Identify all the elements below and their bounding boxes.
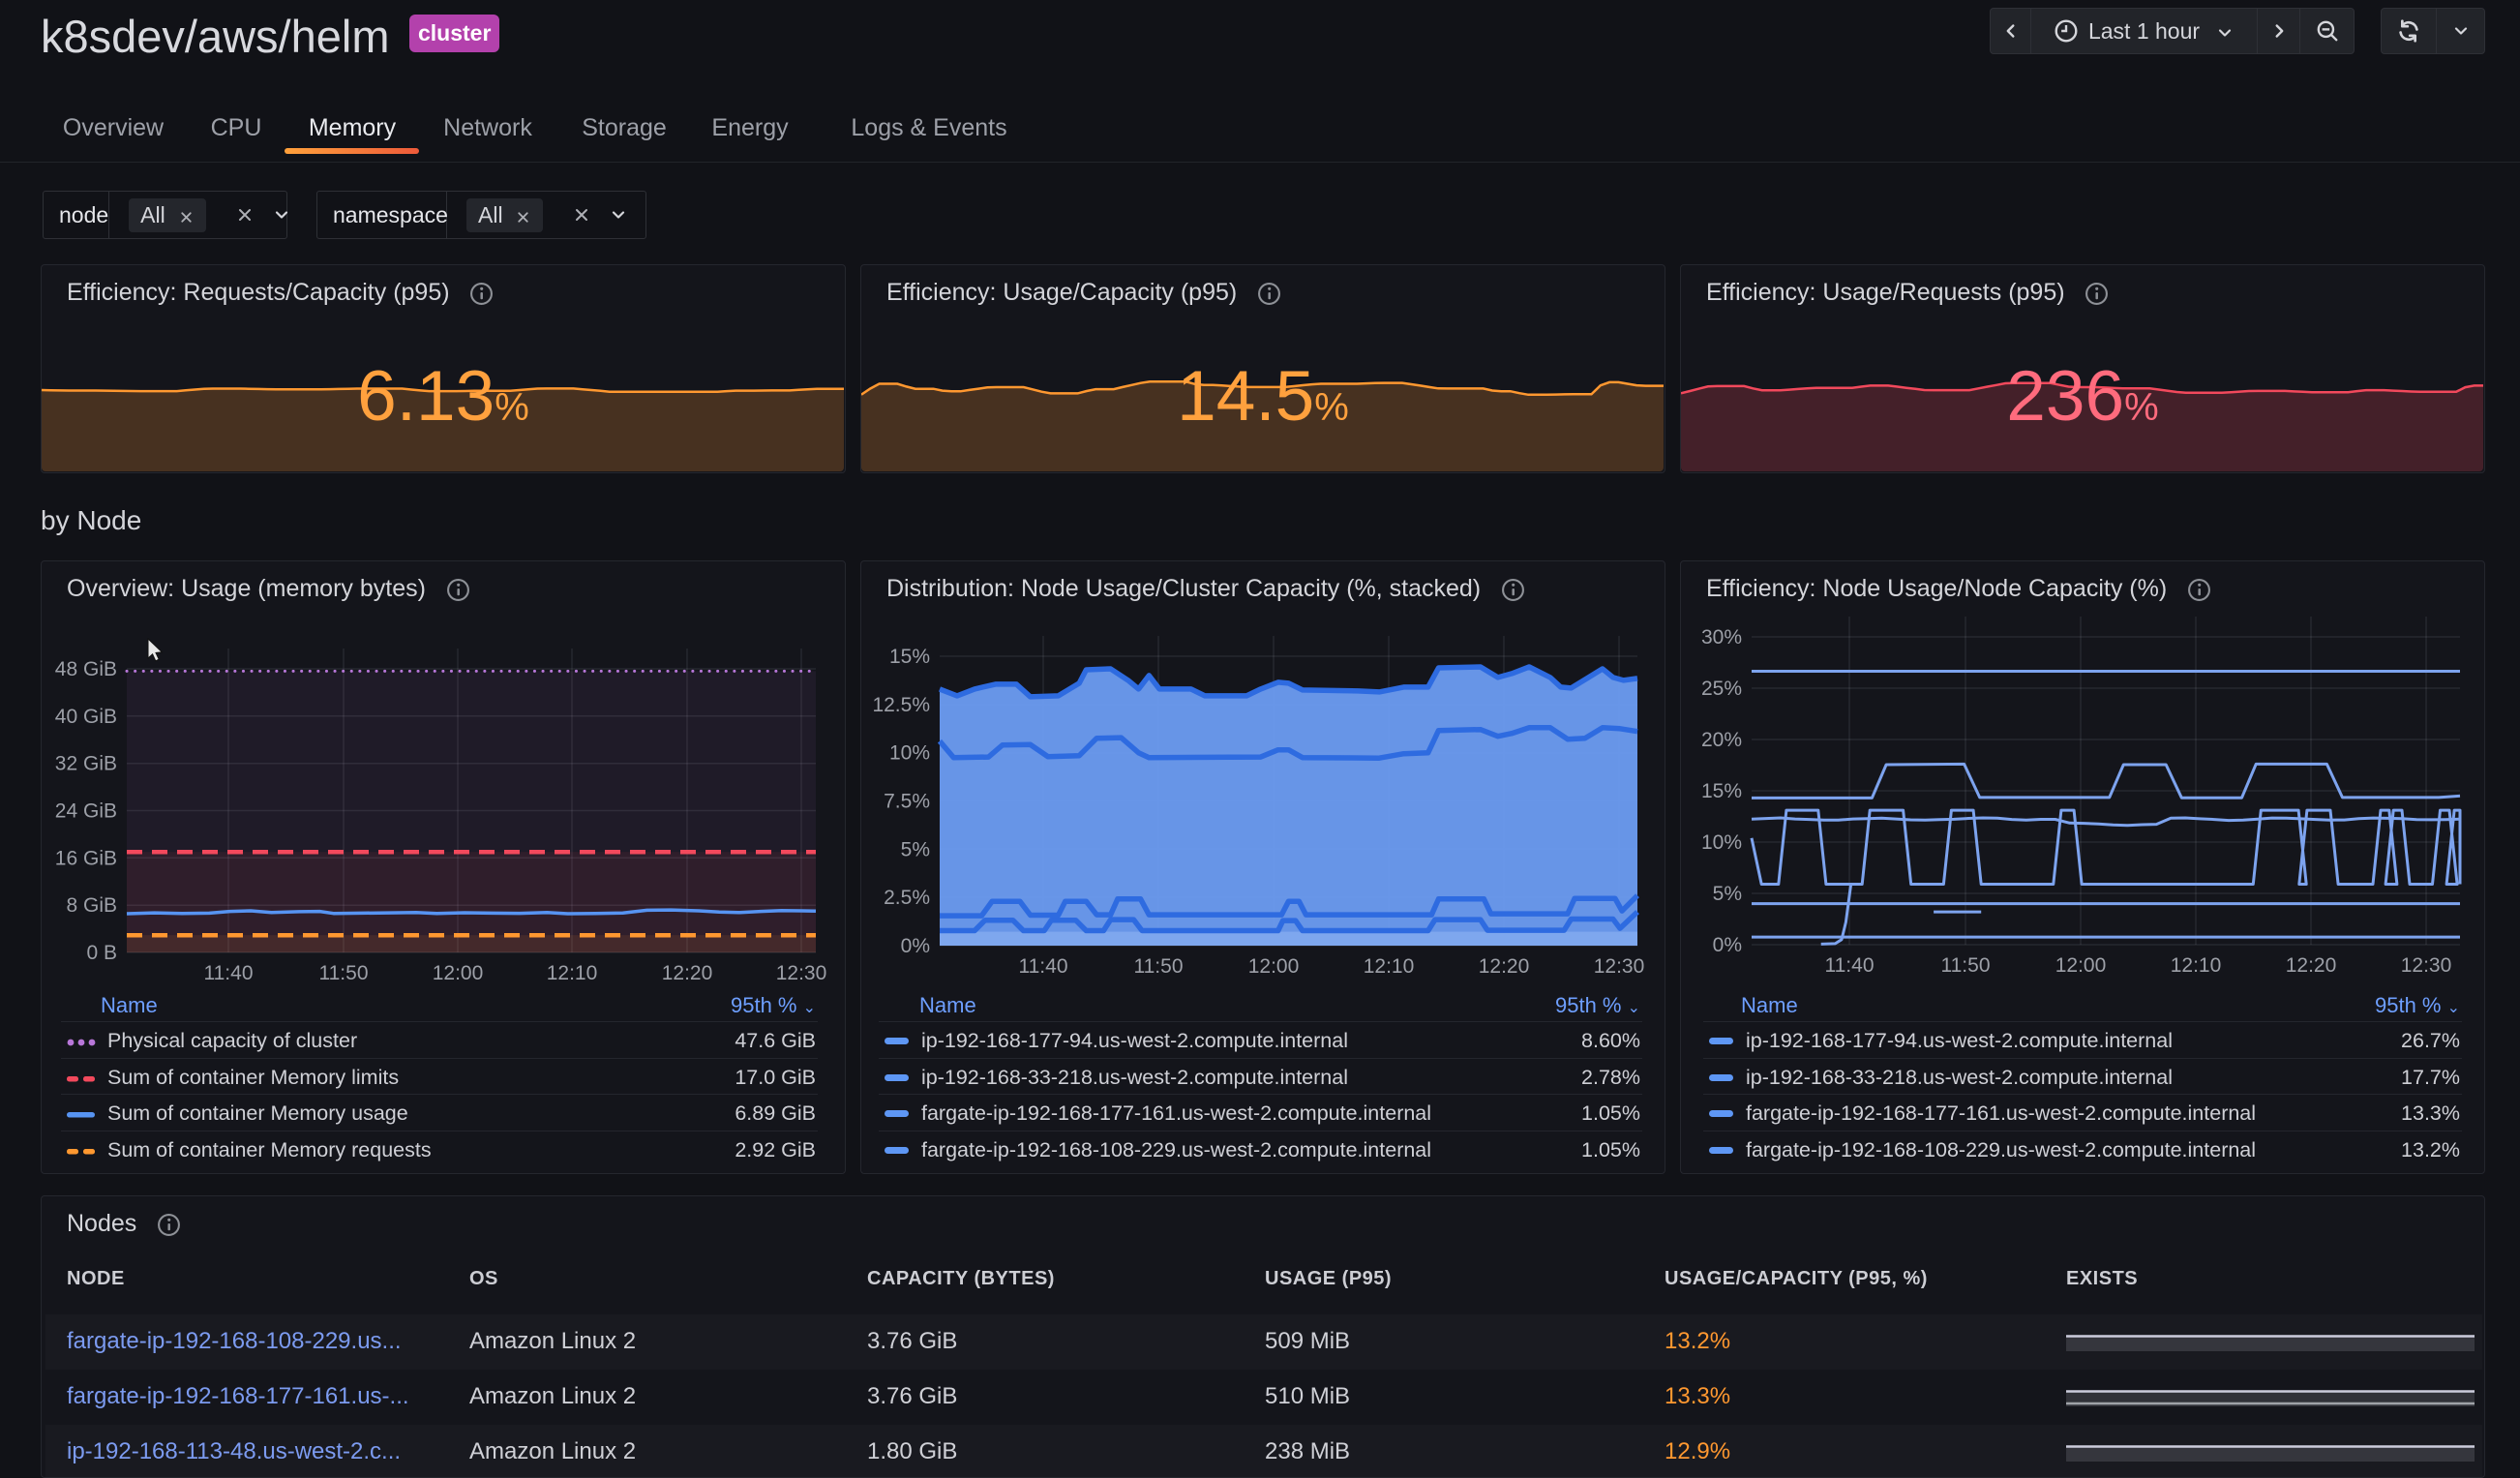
svg-text:40 GiB: 40 GiB — [55, 706, 117, 728]
svg-text:12:20: 12:20 — [662, 962, 713, 984]
svg-text:8 GiB: 8 GiB — [66, 894, 117, 917]
svg-text:16 GiB: 16 GiB — [55, 847, 117, 869]
svg-text:5%: 5% — [901, 838, 930, 860]
svg-text:48 GiB: 48 GiB — [55, 658, 117, 680]
svg-text:11:40: 11:40 — [204, 962, 254, 984]
svg-text:11:40: 11:40 — [1825, 954, 1875, 977]
svg-text:2.5%: 2.5% — [884, 887, 930, 909]
svg-text:12:30: 12:30 — [776, 962, 827, 984]
svg-text:12.5%: 12.5% — [872, 694, 930, 716]
svg-text:24 GiB: 24 GiB — [55, 800, 117, 823]
svg-text:15%: 15% — [1701, 780, 1742, 802]
svg-text:0 B: 0 B — [86, 942, 117, 964]
svg-text:12:10: 12:10 — [2171, 954, 2222, 977]
svg-text:0%: 0% — [901, 935, 930, 957]
svg-text:12:00: 12:00 — [2055, 954, 2107, 977]
svg-text:11:50: 11:50 — [1941, 954, 1991, 977]
svg-text:30%: 30% — [1701, 626, 1742, 649]
svg-text:5%: 5% — [1713, 883, 1742, 905]
svg-text:10%: 10% — [889, 742, 930, 765]
svg-text:12:10: 12:10 — [547, 962, 598, 984]
svg-text:11:40: 11:40 — [1019, 955, 1068, 978]
svg-text:0%: 0% — [1713, 934, 1742, 956]
svg-text:10%: 10% — [1701, 831, 1742, 854]
svg-text:25%: 25% — [1701, 678, 1742, 700]
svg-text:15%: 15% — [889, 646, 930, 668]
svg-text:12:20: 12:20 — [2286, 954, 2337, 977]
svg-text:12:00: 12:00 — [1248, 955, 1300, 978]
svg-text:12:30: 12:30 — [2401, 954, 2452, 977]
svg-text:7.5%: 7.5% — [884, 791, 930, 813]
svg-text:32 GiB: 32 GiB — [55, 753, 117, 775]
svg-text:12:20: 12:20 — [1479, 955, 1530, 978]
svg-text:11:50: 11:50 — [1134, 955, 1184, 978]
svg-text:12:10: 12:10 — [1364, 955, 1415, 978]
svg-text:12:30: 12:30 — [1594, 955, 1645, 978]
svg-text:12:00: 12:00 — [433, 962, 484, 984]
svg-text:20%: 20% — [1701, 729, 1742, 751]
svg-text:11:50: 11:50 — [319, 962, 369, 984]
